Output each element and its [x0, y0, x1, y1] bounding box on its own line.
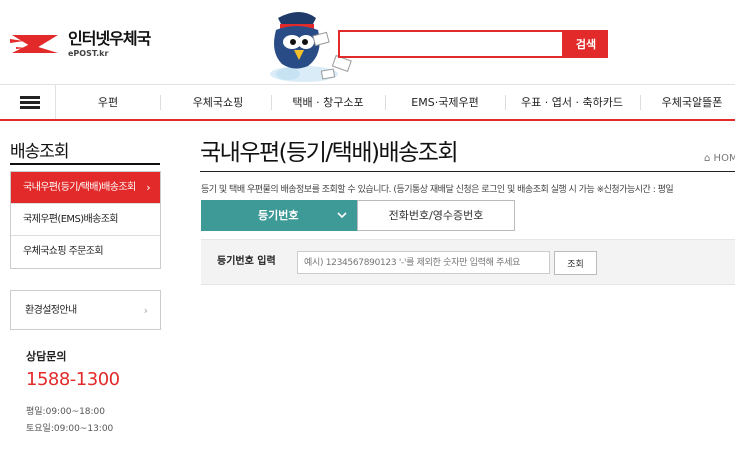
home-icon: ⌂ [704, 153, 711, 164]
chevron-down-icon [337, 200, 347, 244]
nav-item-mobile[interactable]: 우체국알뜰폰 [650, 85, 734, 120]
lookup-button[interactable]: 조회 [554, 251, 597, 275]
nav-divider [640, 95, 641, 110]
weekday-hours: 평일:09:00~18:00 [26, 407, 106, 417]
search-button[interactable]: 검색 [564, 30, 608, 58]
postal-logo-icon [10, 29, 60, 59]
notice-text: 등기 및 택배 우편물의 배송정보를 조회할 수 있습니다. (등기통상 재배달… [201, 185, 674, 195]
nav-divider [271, 95, 272, 110]
nav-item-parcel[interactable]: 택배 · 창구소포 [281, 85, 375, 120]
nav-divider [385, 95, 386, 110]
nav-divider [505, 95, 506, 110]
logo-title: 인터넷우체국 [68, 28, 151, 48]
sidebar-item-label: 우체국쇼핑 주문조회 [23, 246, 104, 257]
nav-item-stamps[interactable]: 우표 · 엽서 · 축하카드 [508, 85, 636, 120]
sidebar-item-label: 국내우편(등기/택배)배송조회 [23, 182, 136, 193]
tab-phone-receipt[interactable]: 전화번호/영수증번호 [357, 200, 515, 231]
settings-guide-link[interactable]: 환경설정안내 › [10, 290, 161, 330]
sidebar-title: 배송조회 [10, 142, 70, 162]
nav-item-shopping[interactable]: 우체국쇼핑 [175, 85, 261, 120]
settings-guide-label: 환경설정안내 [25, 305, 77, 316]
main-nav: 우편 우체국쇼핑 택배 · 창구소포 EMS·국제우편 우표 · 엽서 · 축하… [0, 84, 735, 120]
tab-registration-number[interactable]: 등기번호 [201, 200, 357, 231]
sidebar-menu: 국내우편(등기/택배)배송조회 › 국제우편(EMS)배송조회 우체국쇼핑 주문… [10, 171, 161, 269]
search-input[interactable] [340, 32, 562, 56]
sidebar-item-domestic[interactable]: 국내우편(등기/택배)배송조회 › [11, 172, 160, 204]
saturday-hours: 토요일:09:00~13:00 [26, 424, 114, 434]
sidebar-item-shopping-order[interactable]: 우체국쇼핑 주문조회 [11, 236, 160, 268]
sidebar-item-label: 국제우편(EMS)배송조회 [23, 214, 119, 225]
sidebar-title-underline [10, 163, 160, 165]
menu-icon[interactable] [0, 85, 56, 120]
nav-divider [160, 95, 161, 110]
title-divider [200, 171, 735, 172]
chevron-right-icon: › [143, 304, 148, 317]
logo-subtitle: ePOST.kr [68, 48, 109, 58]
customer-service-phone: 1588-1300 [26, 369, 120, 390]
tab-label: 등기번호 [258, 209, 299, 222]
page-title: 국내우편(등기/택배)배송조회 [200, 140, 459, 166]
search-box [338, 30, 564, 58]
breadcrumb[interactable]: ⌂ HOME [704, 153, 735, 164]
epost-logo[interactable]: 인터넷우체국 ePOST.kr [10, 26, 160, 62]
tracking-form: 등기번호 입력 조회 [201, 239, 735, 285]
chevron-right-icon: › [146, 181, 150, 194]
nav-item-ems[interactable]: EMS·국제우편 [393, 85, 497, 120]
header: 인터넷우체국 ePOST.kr 검색 [0, 0, 735, 84]
breadcrumb-home: HOME [713, 153, 735, 164]
nav-item-mail[interactable]: 우편 [68, 85, 148, 120]
tracking-number-input[interactable] [297, 251, 550, 274]
sidebar-item-international[interactable]: 국제우편(EMS)배송조회 [11, 204, 160, 236]
customer-service-title: 상담문의 [26, 350, 67, 363]
tracking-number-label: 등기번호 입력 [217, 256, 276, 267]
nav-accent-line [0, 119, 735, 121]
